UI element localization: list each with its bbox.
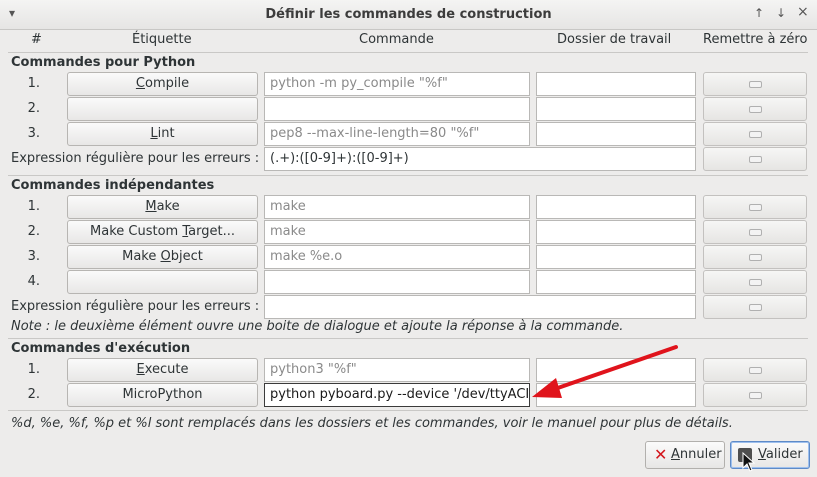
separator — [8, 410, 808, 411]
cancel-button[interactable]: ✕ Annuler — [645, 441, 725, 469]
cancel-icon: ✕ — [654, 445, 668, 464]
mouse-cursor-icon — [742, 452, 756, 472]
placeholder-note: %d, %e, %f, %p et %l sont remplacés dans… — [11, 416, 733, 431]
annotation-arrow — [532, 345, 678, 398]
